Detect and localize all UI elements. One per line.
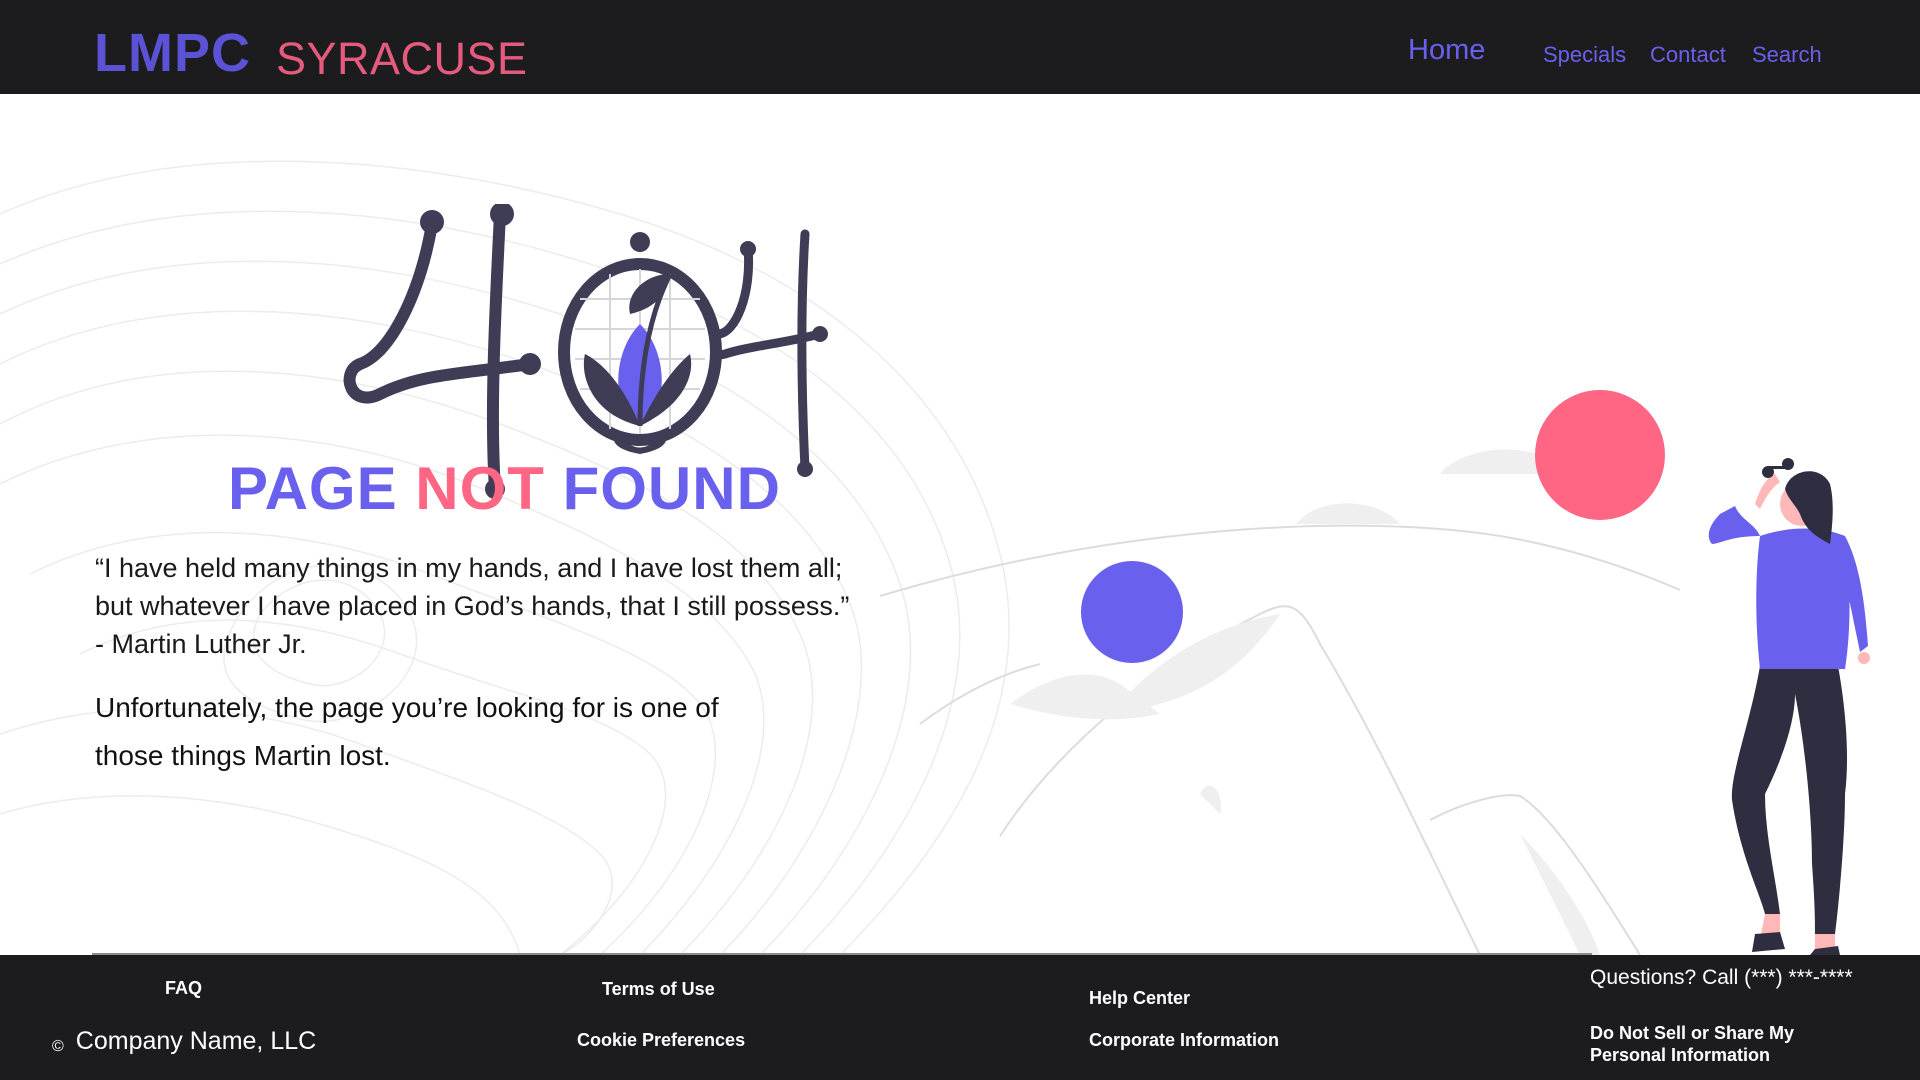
main-content: PAGE NOT FOUND “I have held many things … [0,94,1920,955]
brand-city: SYRACUSE [276,33,528,84]
heading-word-found: FOUND [562,455,781,522]
plant-in-globe-icon [558,232,722,454]
quote-line: “I have held many things in my hands, an… [95,553,843,583]
message-line: Unfortunately, the page you’re looking f… [95,692,719,723]
message-line: those things Martin lost. [95,740,391,771]
footer-help-center-link[interactable]: Help Center [1089,988,1190,1009]
not-found-message: Unfortunately, the page you’re looking f… [95,684,855,780]
brand-logo[interactable]: LMPC [94,22,251,84]
nav-home-link[interactable]: Home [1408,34,1485,67]
site-header: LMPC SYRACUSE Home Specials Contact Sear… [0,0,1920,94]
footer-corporate-info-link[interactable]: Corporate Information [1089,1030,1279,1051]
footer-phone-text: Questions? Call (***) ***-**** [1590,966,1853,989]
company-name: Company Name, LLC [75,1027,317,1055]
footer-cookie-preferences-link[interactable]: Cookie Preferences [577,1030,745,1051]
site-footer: FAQ Terms of Use Help Center Questions? … [0,953,1920,1080]
nav-search-link[interactable]: Search [1752,42,1822,68]
footer-do-not-sell-link[interactable]: Do Not Sell or Share My Personal Informa… [1590,1022,1810,1066]
quote-block: “I have held many things in my hands, an… [95,549,915,663]
heading-word-not: NOT [415,455,545,522]
woman-figure [1708,458,1870,955]
quote-line: but whatever I have placed in God’s hand… [95,591,850,621]
heading-word-page: PAGE [228,455,398,522]
footer-terms-link[interactable]: Terms of Use [602,979,715,1000]
nav-specials-link[interactable]: Specials [1543,42,1626,68]
hiker-illustration [879,390,1870,955]
footer-divider [92,953,1592,955]
nav-contact-link[interactable]: Contact [1650,42,1726,68]
footer-faq-link[interactable]: FAQ [165,978,202,999]
page-not-found-heading: PAGE NOT FOUND [228,454,781,523]
copyright-icon: © [52,1038,64,1055]
quote-attribution: - Martin Luther Jr. [95,629,307,659]
footer-copyright: © Company Name, LLC [52,1027,316,1056]
